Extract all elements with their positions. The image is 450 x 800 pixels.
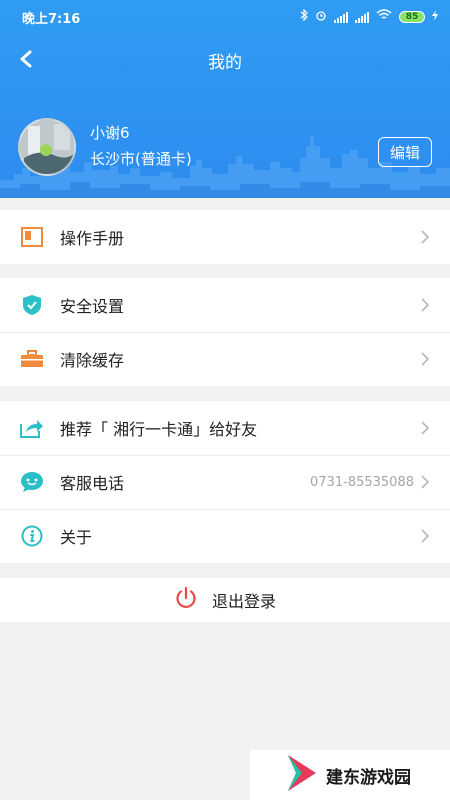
menu-item-manual[interactable]: 操作手册 — [0, 210, 450, 264]
avatar[interactable] — [18, 118, 76, 176]
status-bar: 晚上7:16 85 — [0, 0, 450, 34]
logout-button[interactable]: 退出登录 — [0, 578, 450, 622]
menu-group-manual: 操作手册 — [0, 210, 450, 264]
menu-label-service: 客服电话 — [60, 474, 125, 493]
menu-label-manual: 操作手册 — [60, 229, 125, 248]
menu-group-settings: 安全设置 清除缓存 — [0, 278, 450, 386]
chevron-right-icon — [421, 529, 430, 543]
chevron-right-icon — [421, 352, 430, 366]
signal-icon-2 — [355, 11, 369, 23]
watermark-logo-icon — [286, 753, 318, 797]
share-icon — [20, 416, 44, 440]
alarm-icon — [315, 9, 327, 25]
battery-icon: 85 — [399, 11, 425, 23]
manual-icon — [20, 225, 44, 249]
charging-icon — [432, 9, 438, 25]
chevron-right-icon — [421, 421, 430, 435]
menu-group-info: 推荐「 湘行一卡通」给好友 客服电话 0731-85535088 关于 — [0, 401, 450, 563]
briefcase-icon — [20, 347, 44, 371]
edit-profile-button[interactable]: 编辑 — [378, 137, 432, 167]
menu-item-recommend[interactable]: 推荐「 湘行一卡通」给好友 — [0, 401, 450, 455]
menu-item-service[interactable]: 客服电话 0731-85535088 — [0, 455, 450, 509]
menu-label-about: 关于 — [60, 528, 93, 547]
bluetooth-icon — [300, 8, 308, 25]
wifi-icon — [376, 9, 392, 25]
service-phone-number: 0731-85535088 — [310, 474, 414, 490]
chevron-right-icon — [421, 298, 430, 312]
chevron-right-icon — [421, 475, 430, 489]
profile-header: 晚上7:16 85 我的 小谢6 长沙市(普通卡) 编辑 — [0, 0, 450, 198]
status-time: 晚上7:16 — [22, 11, 81, 27]
menu-item-about[interactable]: 关于 — [0, 509, 450, 563]
chevron-right-icon — [421, 230, 430, 244]
signal-icon — [334, 11, 348, 23]
power-icon — [174, 586, 198, 614]
watermark-text: 建东游戏园 — [326, 767, 411, 788]
menu-item-security[interactable]: 安全设置 — [0, 278, 450, 332]
menu-item-clear-cache[interactable]: 清除缓存 — [0, 332, 450, 386]
info-icon — [20, 524, 44, 548]
watermark: 建东游戏园 — [250, 750, 450, 800]
logout-label: 退出登录 — [211, 592, 276, 611]
menu-label-security: 安全设置 — [60, 297, 125, 316]
menu-label-recommend: 推荐「 湘行一卡通」给好友 — [60, 420, 258, 439]
user-name: 小谢6 — [90, 124, 130, 142]
shield-icon — [20, 293, 44, 317]
chat-icon — [20, 470, 44, 494]
user-city-card: 长沙市(普通卡) — [90, 150, 192, 168]
status-icons: 85 — [300, 8, 438, 25]
page-title: 我的 — [208, 53, 242, 73]
menu-label-clear-cache: 清除缓存 — [60, 351, 125, 370]
